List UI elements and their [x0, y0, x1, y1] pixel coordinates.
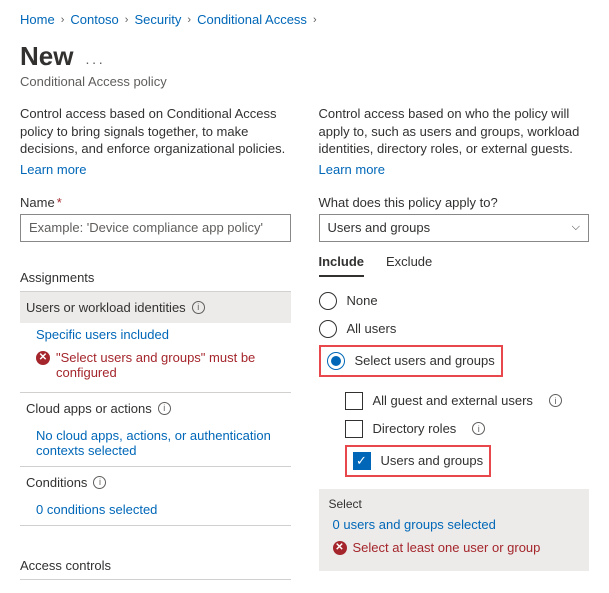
info-icon[interactable]: i — [192, 301, 205, 314]
cloud-apps-link[interactable]: No cloud apps, actions, or authenticatio… — [20, 424, 291, 462]
name-label: Name* — [20, 195, 291, 210]
access-controls-header: Access controls — [20, 548, 291, 580]
chevron-right-icon: › — [61, 14, 65, 26]
info-icon[interactable]: i — [549, 394, 562, 407]
select-error: ✕ Select at least one user or group — [329, 536, 580, 563]
radio-none[interactable]: None — [319, 287, 590, 315]
page-title: New — [20, 41, 73, 72]
breadcrumb-security[interactable]: Security — [134, 12, 181, 27]
cloud-apps-row[interactable]: Cloud apps or actions i — [20, 393, 291, 424]
checkbox-users-groups[interactable]: ✓ Users and groups — [351, 449, 486, 473]
right-column: Control access based on who the policy w… — [319, 105, 590, 580]
breadcrumb-conditional-access[interactable]: Conditional Access — [197, 12, 307, 27]
checkbox-icon — [345, 392, 363, 410]
chevron-right-icon: › — [125, 14, 129, 26]
assignments-header: Assignments — [20, 260, 291, 292]
error-icon: ✕ — [333, 541, 347, 555]
specific-users-link[interactable]: Specific users included — [20, 323, 291, 346]
left-column: Control access based on Conditional Acce… — [20, 105, 291, 580]
right-description: Control access based on who the policy w… — [319, 105, 590, 158]
radio-icon — [319, 292, 337, 310]
users-error: ✕ "Select users and groups" must be conf… — [20, 346, 291, 388]
include-exclude-tabs: Include Exclude — [319, 254, 590, 277]
breadcrumb-contoso[interactable]: Contoso — [70, 12, 118, 27]
highlight-select-users: Select users and groups — [319, 345, 503, 377]
learn-more-link-right[interactable]: Learn more — [319, 162, 385, 177]
info-icon[interactable]: i — [93, 476, 106, 489]
conditions-row[interactable]: Conditions i — [20, 467, 291, 498]
tab-include[interactable]: Include — [319, 254, 365, 277]
radio-icon — [319, 320, 337, 338]
required-indicator: * — [57, 195, 62, 210]
select-header: Select — [329, 497, 580, 511]
radio-all-users[interactable]: All users — [319, 315, 590, 343]
error-icon: ✕ — [36, 351, 50, 365]
radio-icon — [327, 352, 345, 370]
checkbox-icon: ✓ — [353, 452, 371, 470]
apply-to-select[interactable]: Users and groups ⌵ — [319, 214, 590, 242]
conditions-link[interactable]: 0 conditions selected — [20, 498, 291, 521]
tab-exclude[interactable]: Exclude — [386, 254, 432, 277]
chevron-down-icon: ⌵ — [572, 221, 580, 234]
radio-select-users-groups[interactable]: Select users and groups — [325, 349, 497, 373]
left-description: Control access based on Conditional Acce… — [20, 105, 291, 158]
page-subtitle: Conditional Access policy — [20, 74, 589, 89]
learn-more-link[interactable]: Learn more — [20, 162, 86, 177]
users-selected-link[interactable]: 0 users and groups selected — [329, 515, 580, 536]
chevron-right-icon: › — [187, 14, 191, 26]
breadcrumb: Home › Contoso › Security › Conditional … — [20, 12, 589, 27]
breadcrumb-home[interactable]: Home — [20, 12, 55, 27]
checkbox-icon — [345, 420, 363, 438]
more-icon[interactable]: ··· — [85, 54, 105, 70]
info-icon[interactable]: i — [472, 422, 485, 435]
apply-to-label: What does this policy apply to? — [319, 195, 590, 210]
checkbox-guest-users[interactable]: All guest and external users i — [345, 387, 590, 415]
users-or-workload-row[interactable]: Users or workload identities i — [20, 292, 291, 323]
name-input[interactable] — [20, 214, 291, 242]
highlight-users-groups: ✓ Users and groups — [345, 445, 492, 477]
checkbox-directory-roles[interactable]: Directory roles i — [345, 415, 590, 443]
chevron-right-icon: › — [313, 14, 317, 26]
info-icon[interactable]: i — [158, 402, 171, 415]
select-panel: Select 0 users and groups selected ✕ Sel… — [319, 489, 590, 571]
